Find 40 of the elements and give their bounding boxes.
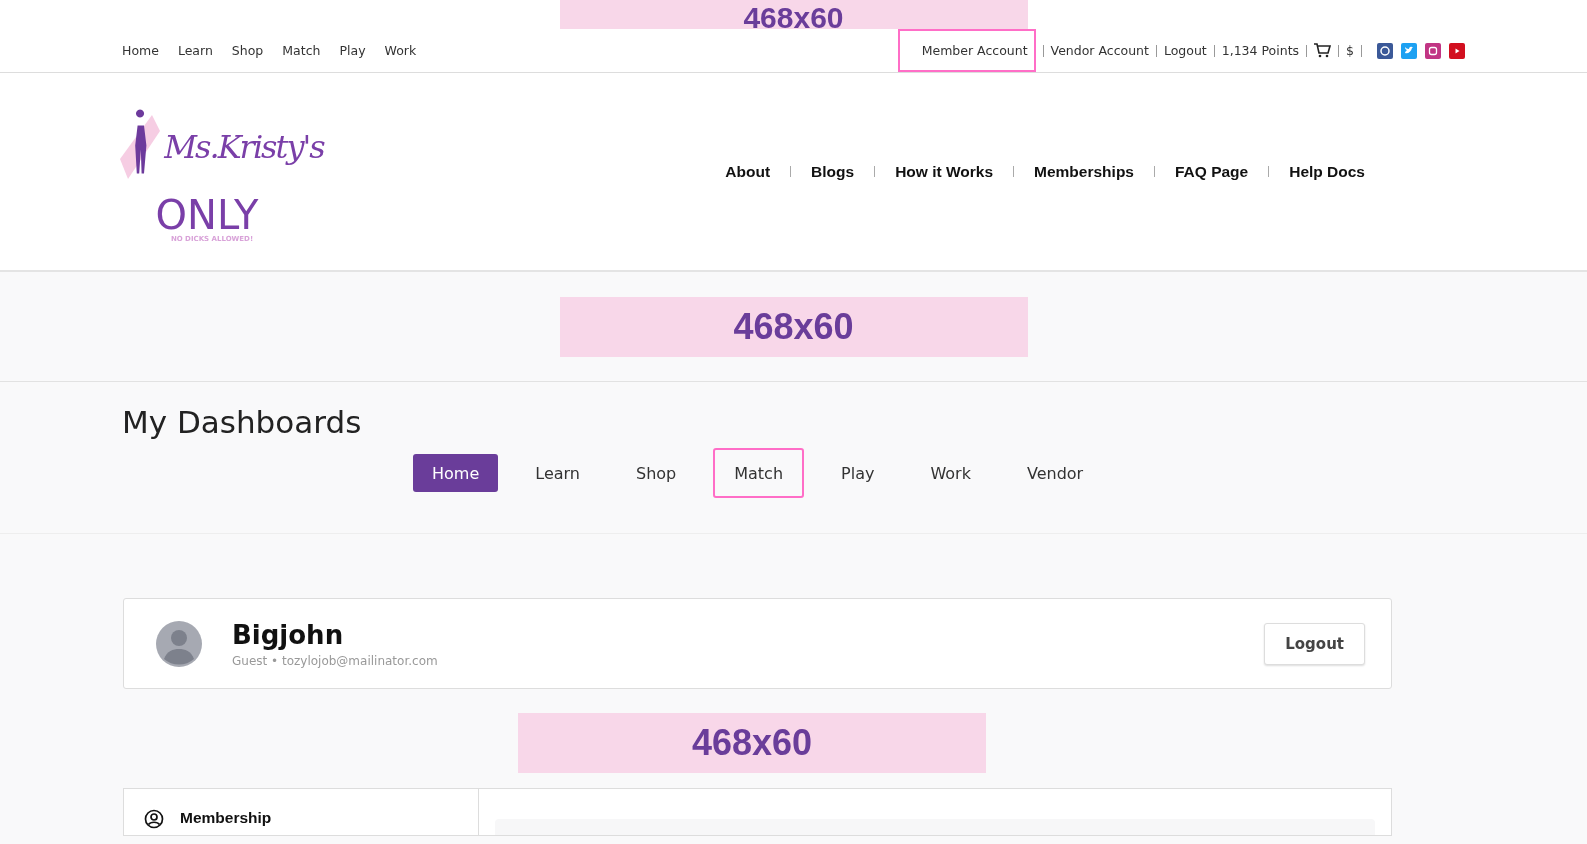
cart-icon[interactable] — [1314, 43, 1332, 58]
page-title: My Dashboards — [122, 404, 363, 440]
main-nav-link[interactable]: Memberships — [1034, 162, 1134, 181]
youtube-icon[interactable] — [1449, 42, 1465, 59]
user-icon — [144, 809, 164, 829]
logout-button[interactable]: Logout — [1264, 622, 1365, 665]
dashboard-tab[interactable]: Work — [911, 454, 990, 492]
nav-link[interactable]: Play — [339, 43, 366, 58]
user-name: Bigjohn — [232, 619, 345, 650]
twitter-icon[interactable] — [1401, 42, 1417, 59]
account-link[interactable]: 1,134 Points — [1221, 43, 1300, 58]
instagram-icon[interactable] — [1425, 42, 1441, 59]
main-nav-link[interactable]: Help Docs — [1289, 162, 1365, 181]
dashboard-tab[interactable]: Home — [413, 454, 499, 492]
nav-link[interactable]: Work — [384, 43, 417, 58]
main-nav-link[interactable]: About — [725, 162, 771, 181]
nav-link[interactable]: Learn — [177, 43, 213, 58]
logo-script: Ms.Kristy's — [164, 127, 324, 166]
dashboard-tab[interactable]: Play — [822, 454, 894, 492]
ad-banner[interactable]: 468x60 — [559, 296, 1028, 357]
dashboard-tab[interactable]: Learn — [516, 454, 599, 492]
account-link[interactable]: Vendor Account — [1050, 43, 1149, 58]
sidebar-item[interactable]: Membership — [180, 809, 272, 827]
user-meta: Guest • tozylojob@mailinator.com — [232, 653, 439, 668]
avatar-icon — [156, 620, 202, 667]
main-nav-link[interactable]: Blogs — [811, 162, 855, 181]
dashboard-tab[interactable]: Match — [713, 448, 805, 498]
logo-wordmark: ONLY — [155, 194, 259, 235]
dashboard-tab[interactable]: Shop — [616, 454, 696, 492]
nav-link[interactable]: Home — [122, 43, 159, 58]
dashboard-tab[interactable]: Vendor — [1007, 454, 1103, 492]
account-link[interactable]: $ — [1346, 43, 1354, 58]
account-link[interactable]: Logout — [1163, 43, 1207, 58]
nav-link[interactable]: Match — [282, 43, 321, 58]
main-nav-link[interactable]: FAQ Page — [1174, 162, 1249, 181]
ad-banner[interactable]: 468x60 — [518, 713, 986, 773]
ad-banner[interactable]: 468x60 — [559, 0, 1028, 29]
main-nav-link[interactable]: How it Works — [895, 162, 994, 181]
nav-link[interactable]: Shop — [231, 43, 264, 58]
account-link[interactable]: Member Account — [897, 29, 1036, 72]
